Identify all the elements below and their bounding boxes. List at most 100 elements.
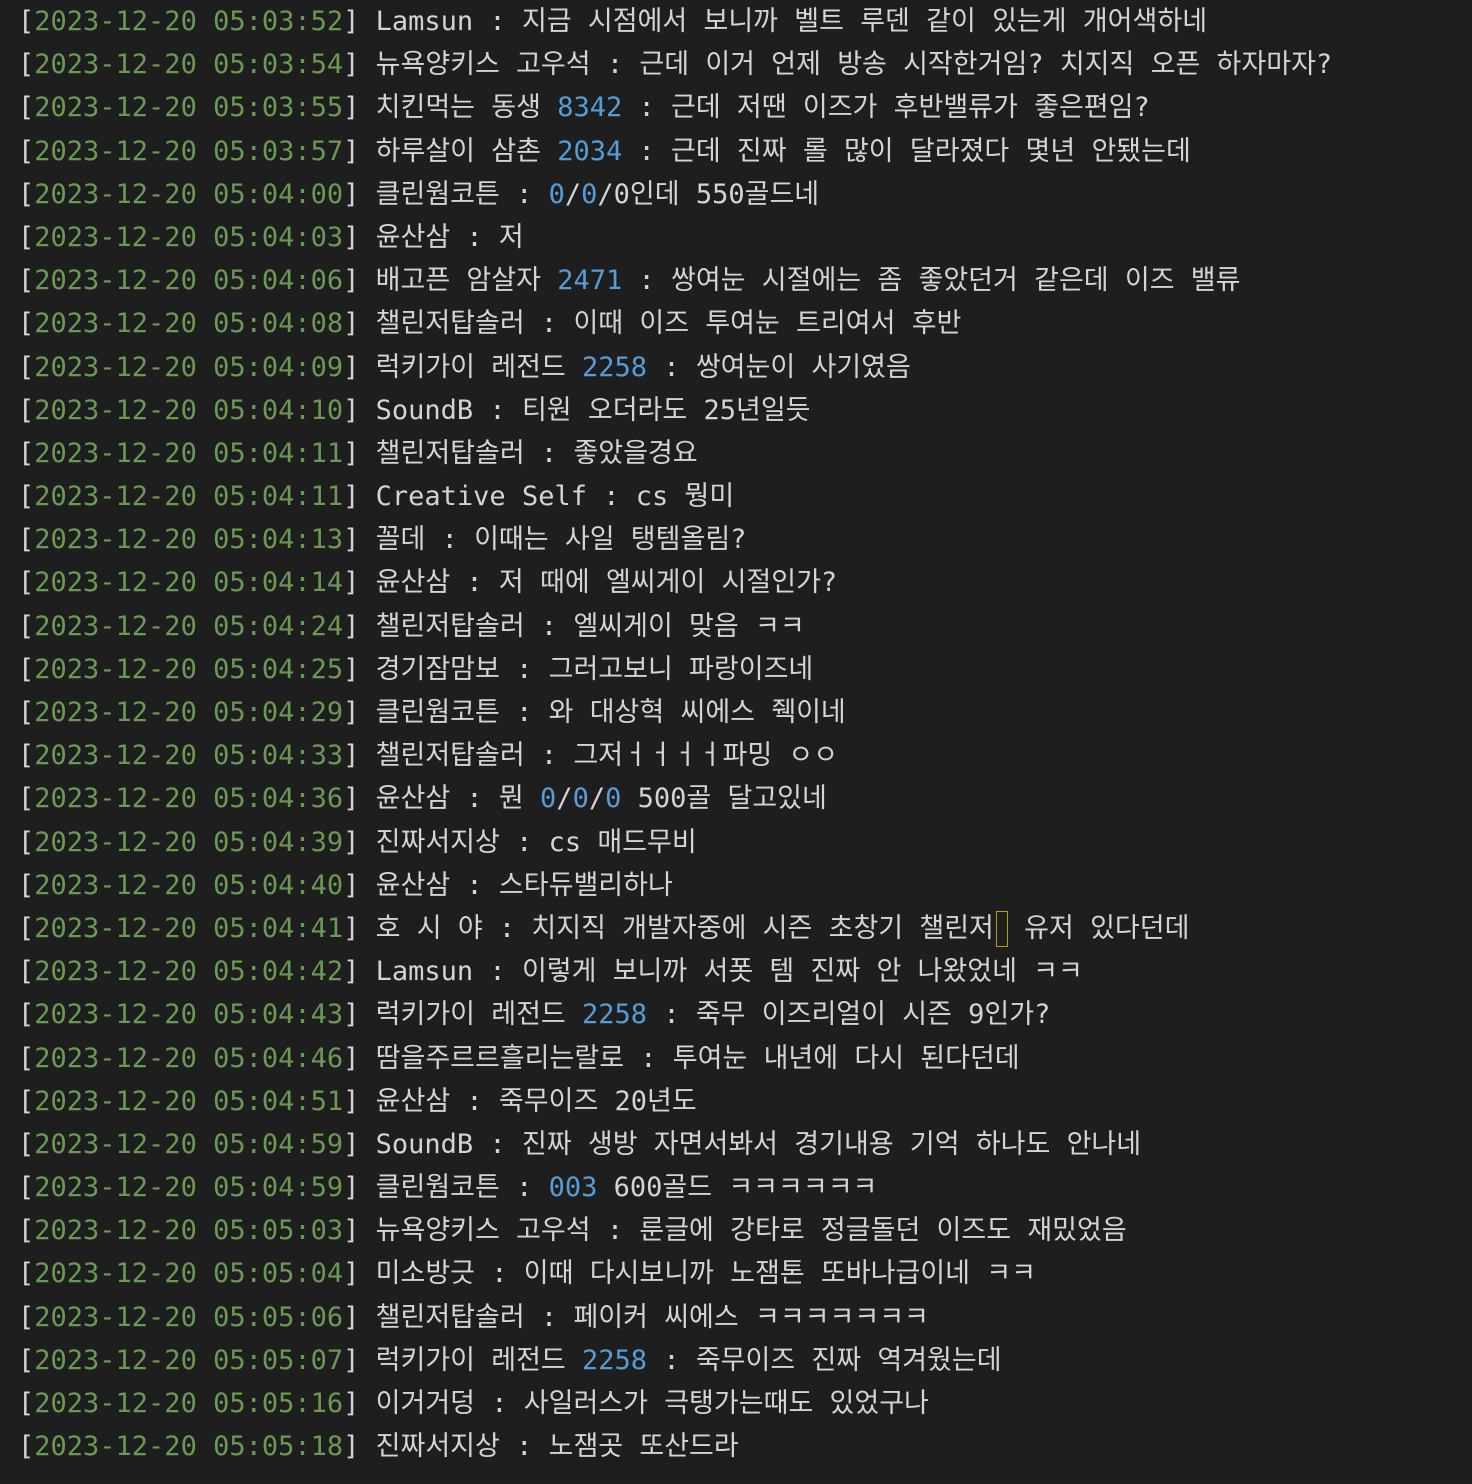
log-timestamp: 2023-12-20 05:03:54 — [34, 49, 344, 81]
log-timestamp: 2023-12-20 05:04:43 — [34, 999, 344, 1031]
close-bracket: ] — [343, 178, 376, 210]
close-bracket: ] — [343, 49, 376, 81]
close-bracket: ] — [343, 697, 376, 728]
log-line: [2023-12-20 05:04:24] 챌린저탑솔러 : 엘씨게이 맞음 ㅋ… — [18, 605, 1458, 648]
log-line: [2023-12-20 05:04:51] 윤산삼 : 죽무이즈 20년도 — [18, 1080, 1458, 1123]
open-bracket: [ — [18, 6, 35, 37]
open-bracket: [ — [18, 1172, 35, 1204]
open-bracket: [ — [18, 49, 35, 81]
close-bracket: ] — [343, 610, 376, 642]
log-text: 럭키가이 레전드 — [375, 1344, 583, 1376]
log-timestamp: 2023-12-20 05:04:06 — [34, 265, 344, 297]
close-bracket: ] — [343, 437, 376, 469]
log-text: 경기잠맘보 : 그러고보니 파랑이즈네 — [375, 653, 814, 685]
log-text: 윤산삼 : 뭔 — [375, 783, 541, 815]
open-bracket: [ — [18, 351, 35, 383]
open-bracket: [ — [18, 265, 35, 297]
highlighted-number: 0 — [540, 783, 557, 815]
log-text: : 쌍여눈이 사기였음 — [647, 351, 911, 383]
log-timestamp: 2023-12-20 05:05:16 — [34, 1388, 344, 1419]
close-bracket: ] — [343, 1128, 376, 1160]
log-line: [2023-12-20 05:05:16] 이거거덩 : 사일러스가 극탱가는때… — [18, 1382, 1458, 1425]
log-line: [2023-12-20 05:04:10] SoundB : 티원 오더라도 2… — [18, 389, 1458, 432]
log-line: [2023-12-20 05:04:36] 윤산삼 : 뭔 0/0/0 500골… — [18, 777, 1458, 820]
open-bracket: [ — [18, 1128, 35, 1160]
open-bracket: [ — [18, 999, 35, 1031]
log-timestamp: 2023-12-20 05:05:07 — [34, 1344, 344, 1376]
log-text: 진짜서지상 : 노잼곳 또산드라 — [375, 1431, 739, 1463]
log-line: [2023-12-20 05:03:54] 뉴욕양키스 고우석 : 근데 이거 … — [18, 43, 1458, 86]
open-bracket: [ — [18, 1085, 35, 1117]
log-text: 챌린저탑솔러 : 그저ㅓㅓㅓㅓ파밍 ㅇㅇ — [375, 740, 839, 772]
log-text: 윤산삼 : 죽무이즈 20년도 — [375, 1085, 697, 1117]
open-bracket: [ — [18, 394, 35, 426]
highlighted-number: 2471 — [557, 265, 623, 297]
log-line: [2023-12-20 05:04:06] 배고픈 암살자 2471 : 쌍여눈… — [18, 259, 1458, 302]
log-text: 진짜서지상 : cs 매드무비 — [375, 826, 697, 858]
log-text: 윤산삼 : 저 때에 엘씨게이 시절인가? — [375, 567, 838, 599]
log-timestamp: 2023-12-20 05:05:06 — [34, 1301, 344, 1333]
highlighted-number: 2258 — [582, 999, 648, 1031]
close-bracket: ] — [343, 265, 376, 297]
log-timestamp: 2023-12-20 05:04:59 — [34, 1128, 344, 1160]
log-text: Lamsun : 이렇게 보니까 서폿 템 진짜 안 나왔었네 ㅋㅋ — [375, 956, 1083, 988]
log-line: [2023-12-20 05:04:09] 럭키가이 레전드 2258 : 쌍여… — [18, 346, 1458, 389]
open-bracket: [ — [18, 912, 35, 944]
log-timestamp: 2023-12-20 05:05:04 — [34, 1258, 344, 1290]
close-bracket: ] — [343, 308, 376, 340]
highlighted-number: 0 — [581, 178, 598, 210]
log-timestamp: 2023-12-20 05:05:18 — [34, 1431, 344, 1463]
open-bracket: [ — [18, 1042, 35, 1074]
highlighted-number: 0 — [548, 178, 565, 210]
log-line: [2023-12-20 05:05:04] 미소방긋 : 이때 다시보니까 노잼… — [18, 1252, 1458, 1295]
close-bracket: ] — [343, 6, 376, 37]
close-bracket: ] — [343, 1085, 376, 1117]
close-bracket: ] — [343, 1258, 376, 1290]
log-text: / — [556, 783, 573, 815]
open-bracket: [ — [18, 697, 35, 728]
chat-log: [2023-12-20 05:03:52] Lamsun : 지금 시점에서 보… — [18, 0, 1458, 1468]
log-text: 럭키가이 레전드 — [375, 999, 583, 1031]
open-bracket: [ — [18, 956, 35, 988]
log-text: : 죽무이즈 진짜 역겨웠는데 — [647, 1344, 1002, 1376]
log-text: 럭키가이 레전드 — [375, 351, 583, 383]
open-bracket: [ — [18, 869, 35, 901]
close-bracket: ] — [343, 1172, 376, 1204]
close-bracket: ] — [343, 567, 376, 599]
open-bracket: [ — [18, 92, 35, 124]
log-text: 꼴데 : 이때는 사일 탱템올림? — [375, 524, 747, 556]
log-text: SoundB : 티원 오더라도 25년일듯 — [375, 394, 811, 426]
log-line: [2023-12-20 05:04:11] Creative Self : cs… — [18, 475, 1458, 518]
log-timestamp: 2023-12-20 05:04:14 — [34, 567, 344, 599]
log-text: 땀을주르르흘리는랄로 : 투여눈 내년에 다시 된다던데 — [375, 1042, 1020, 1074]
highlighted-number: 0 — [572, 783, 589, 815]
highlighted-number: 2258 — [582, 351, 648, 383]
close-bracket: ] — [343, 221, 376, 253]
log-line: [2023-12-20 05:05:06] 챌린저탑솔러 : 페이커 씨에스 ㅋ… — [18, 1296, 1458, 1339]
log-line: [2023-12-20 05:04:11] 챌린저탑솔러 : 좋았을경요 — [18, 432, 1458, 475]
log-text: 윤산삼 : 스타듀밸리하나 — [375, 869, 673, 901]
log-timestamp: 2023-12-20 05:04:39 — [34, 826, 344, 858]
log-timestamp: 2023-12-20 05:04:10 — [34, 394, 344, 426]
log-line: [2023-12-20 05:04:42] Lamsun : 이렇게 보니까 서… — [18, 950, 1458, 993]
open-bracket: [ — [18, 437, 35, 469]
open-bracket: [ — [18, 610, 35, 642]
log-text: : 쌍여눈 시절에는 좀 좋았던거 같은데 이즈 밸류 — [622, 265, 1241, 297]
log-text: 500골 달고있네 — [621, 783, 827, 815]
log-line: [2023-12-20 05:04:14] 윤산삼 : 저 때에 엘씨게이 시절… — [18, 561, 1458, 604]
log-timestamp: 2023-12-20 05:04:11 — [34, 481, 344, 513]
log-timestamp: 2023-12-20 05:03:55 — [34, 92, 344, 124]
close-bracket: ] — [343, 740, 376, 772]
open-bracket: [ — [18, 481, 35, 513]
log-line: [2023-12-20 05:04:46] 땀을주르르흘리는랄로 : 투여눈 내… — [18, 1037, 1458, 1080]
log-text: : 근데 저땐 이즈가 후반밸류가 좋은편임? — [622, 92, 1150, 124]
log-timestamp: 2023-12-20 05:04:51 — [34, 1085, 344, 1117]
log-text: SoundB : 진짜 생방 자면서봐서 경기내용 기억 하나도 안나네 — [375, 1128, 1142, 1160]
log-timestamp: 2023-12-20 05:04:00 — [34, 178, 344, 210]
log-line: [2023-12-20 05:04:43] 럭키가이 레전드 2258 : 죽무… — [18, 993, 1458, 1036]
log-line: [2023-12-20 05:04:13] 꼴데 : 이때는 사일 탱템올림? — [18, 518, 1458, 561]
close-bracket: ] — [343, 912, 376, 944]
log-timestamp: 2023-12-20 05:05:03 — [34, 1215, 344, 1247]
log-timestamp: 2023-12-20 05:04:13 — [34, 524, 344, 556]
log-text: 챌린저탑솔러 : 좋았을경요 — [375, 437, 698, 469]
